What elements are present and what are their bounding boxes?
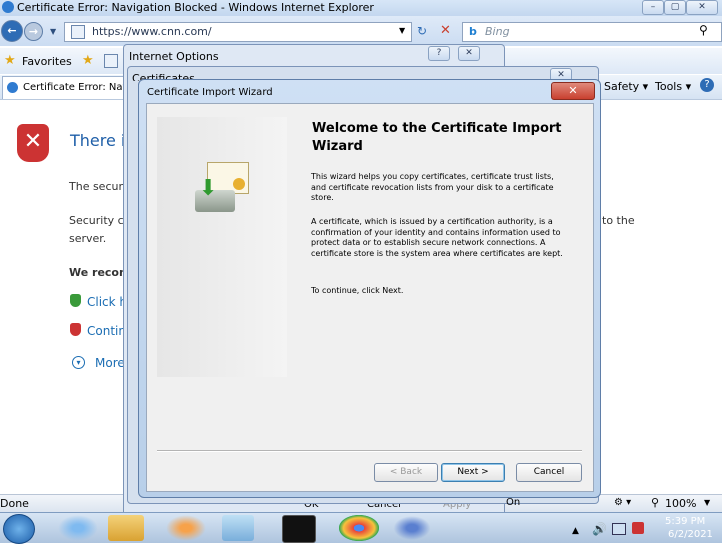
error-text-1: The secur	[69, 180, 123, 193]
start-button[interactable]	[3, 514, 35, 544]
taskbar-media-player-icon[interactable]	[166, 515, 206, 541]
tab-certificate-error[interactable]: Certificate Error: Navi	[2, 76, 131, 99]
search-icon[interactable]: ⚲	[699, 23, 708, 37]
io-close-button[interactable]: ✕	[458, 46, 480, 61]
favorites-button[interactable]: Favorites	[22, 55, 72, 68]
cancel-button[interactable]: Cancel	[516, 463, 582, 482]
help-icon[interactable]: ?	[700, 78, 714, 92]
address-bar[interactable]: https://www.cnn.com/ ▼	[64, 22, 412, 42]
stop-icon[interactable]: ✕	[440, 23, 451, 38]
zoom-icon[interactable]: ⚲	[651, 496, 659, 509]
close-button[interactable]: ✕	[686, 0, 718, 15]
certificate-import-icon: ⬇	[193, 160, 253, 220]
wizard-title: Certificate Import Wizard	[147, 87, 273, 98]
recommend-heading: We recon	[69, 266, 127, 279]
address-dropdown-icon[interactable]: ▼	[399, 26, 405, 35]
back-icon[interactable]: ←	[1, 20, 23, 42]
io-help-button[interactable]: ?	[428, 46, 450, 61]
search-placeholder: Bing	[485, 25, 510, 38]
safety-menu[interactable]: Safety ▾	[604, 80, 648, 93]
taskbar-network-icon[interactable]	[392, 515, 432, 541]
bing-icon: b	[469, 25, 477, 38]
internet-options-title: Internet Options	[129, 50, 219, 63]
ie-logo-icon	[2, 1, 14, 13]
volume-icon[interactable]: 🔊	[592, 522, 607, 536]
error-text-2: Security c	[69, 214, 124, 227]
ie-titlebar: Certificate Error: Navigation Blocked - …	[0, 0, 722, 16]
wizard-close-button[interactable]: ✕	[551, 82, 595, 100]
tab-ie-icon	[7, 82, 18, 93]
favorites-star-icon[interactable]: ★	[4, 53, 16, 68]
taskbar-explorer-icon[interactable]	[108, 515, 144, 541]
tools-menu[interactable]: Tools ▾	[655, 80, 691, 93]
tab-label: Certificate Error: Navi	[23, 82, 132, 93]
search-box[interactable]: b Bing ⚲	[462, 22, 722, 42]
zoom-dropdown-icon[interactable]: ▼	[704, 498, 710, 507]
red-shield-icon	[70, 323, 81, 336]
status-text: Done	[0, 497, 29, 510]
taskbar-chrome-icon[interactable]	[339, 515, 379, 541]
taskbar-cmd-icon[interactable]	[282, 515, 316, 543]
history-dropdown-icon[interactable]: ▼	[50, 27, 56, 36]
refresh-icon[interactable]: ↻	[417, 24, 427, 38]
clock-time[interactable]: 5:39 PM	[665, 516, 705, 527]
wizard-heading: Welcome to the Certificate Import Wizard	[312, 121, 562, 154]
next-button[interactable]: Next >	[441, 463, 505, 482]
window-title: Certificate Error: Navigation Blocked - …	[17, 1, 374, 14]
error-text-3: server.	[69, 232, 107, 245]
continue-link[interactable]: Contin	[87, 324, 126, 338]
certificates-snippet: On	[506, 497, 521, 508]
maximize-button[interactable]: ▢	[664, 0, 686, 15]
add-favorite-icon[interactable]: ★	[82, 53, 94, 68]
taskbar-notepad-icon[interactable]	[222, 515, 254, 541]
wizard-side-panel	[157, 117, 287, 377]
error-shield-icon: ✕	[17, 124, 49, 162]
wizard-paragraph-2: A certificate, which is issued by a cert…	[311, 217, 563, 258]
page-icon	[71, 25, 85, 39]
network-tray-icon[interactable]	[612, 523, 626, 535]
clock-date[interactable]: 6/2/2021	[668, 529, 713, 540]
protected-mode-icon[interactable]: ⚙ ▾	[614, 497, 631, 508]
wizard-separator	[157, 450, 582, 452]
wizard-paragraph-3: To continue, click Next.	[311, 286, 404, 295]
web-slice-icon[interactable]	[104, 54, 118, 68]
address-text: https://www.cnn.com/	[92, 25, 212, 38]
wizard-paragraph-1: This wizard helps you copy certificates,…	[311, 172, 554, 203]
taskbar-ie-icon[interactable]	[58, 515, 98, 541]
zoom-level[interactable]: 100%	[665, 497, 696, 510]
show-hidden-icons[interactable]: ▲	[572, 526, 579, 536]
click-here-link[interactable]: Click h	[87, 295, 127, 309]
error-text-right: to the	[602, 214, 635, 227]
minimize-button[interactable]: –	[642, 0, 664, 15]
green-shield-icon	[70, 294, 81, 307]
back-button[interactable]: < Back	[374, 463, 438, 482]
forward-icon[interactable]: →	[24, 22, 43, 41]
more-info-link[interactable]: More	[95, 356, 125, 370]
action-center-icon[interactable]	[632, 522, 644, 534]
more-info-icon[interactable]: ▾	[72, 356, 85, 369]
